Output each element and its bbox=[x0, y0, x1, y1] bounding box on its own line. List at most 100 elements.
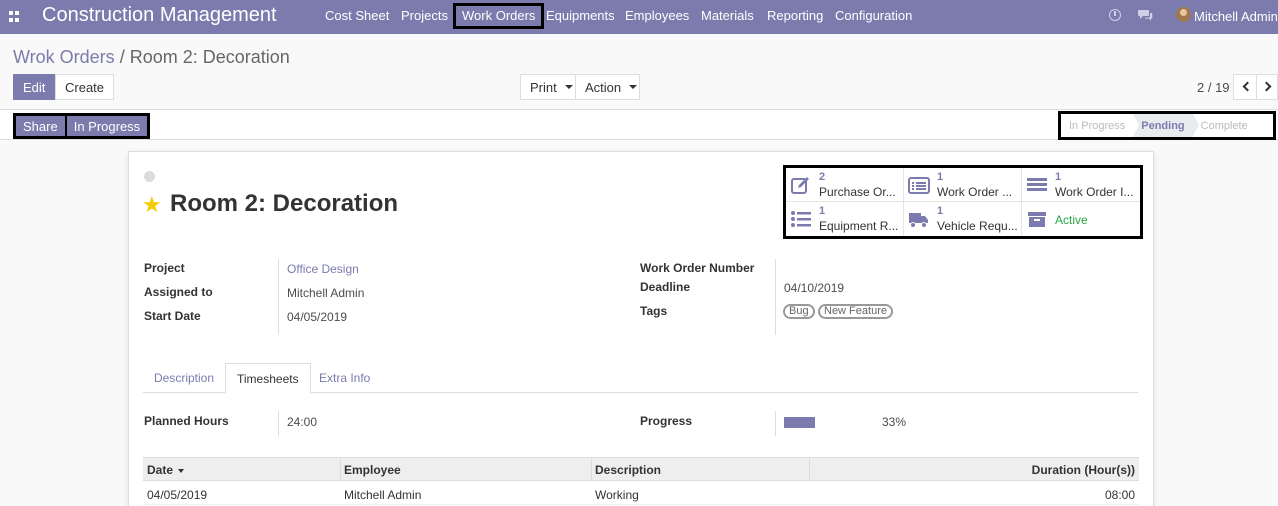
smart-label: Active bbox=[1055, 213, 1088, 227]
apps-menu-icon[interactable] bbox=[9, 11, 20, 22]
menu-item-work-orders[interactable]: Work Orders bbox=[453, 3, 545, 29]
tag-badge[interactable]: New Feature bbox=[818, 304, 893, 319]
form-statusbar: Share In Progress In Progress Pending Co… bbox=[0, 109, 1278, 140]
archive-icon bbox=[1028, 212, 1046, 227]
breadcrumb-parent-link[interactable]: Wrok Orders bbox=[13, 47, 115, 67]
menu-item-employees[interactable]: Employees bbox=[625, 8, 689, 23]
menu-item-reporting[interactable]: Reporting bbox=[767, 8, 823, 23]
progress-label: Progress bbox=[640, 414, 693, 428]
stage-separator bbox=[1133, 114, 1140, 136]
equipment-requests-button[interactable]: 1 Equipment R... bbox=[786, 202, 904, 236]
in-progress-button[interactable]: In Progress bbox=[66, 116, 148, 136]
list-alt-icon bbox=[908, 177, 930, 194]
cell-employee: Mitchell Admin bbox=[344, 488, 422, 502]
tab-extra-info[interactable]: Extra Info bbox=[308, 363, 381, 393]
bars-icon bbox=[1027, 178, 1047, 191]
purchase-orders-button[interactable]: 2 Purchase Or... bbox=[786, 168, 904, 202]
vehicle-requests-button[interactable]: 1 Vehicle Requ... bbox=[904, 202, 1022, 236]
tags-label: Tags bbox=[640, 304, 668, 318]
table-header: Date Employee Description Duration (Hour… bbox=[143, 457, 1139, 481]
field-separator bbox=[775, 411, 776, 436]
kanban-state-dot[interactable] bbox=[144, 171, 155, 182]
column-divider bbox=[809, 458, 810, 481]
project-label: Project bbox=[144, 261, 185, 275]
pager-value[interactable]: 2 / 19 bbox=[1197, 80, 1230, 95]
menu-item-projects[interactable]: Projects bbox=[401, 8, 448, 23]
column-header-description[interactable]: Description bbox=[595, 463, 661, 477]
column-header-duration[interactable]: Duration (Hour(s)) bbox=[1032, 463, 1135, 477]
work-order-number-label: Work Order Number bbox=[640, 261, 755, 275]
deadline-value: 04/10/2019 bbox=[784, 281, 845, 295]
create-button[interactable]: Create bbox=[55, 74, 115, 100]
breadcrumb: Wrok Orders / Room 2: Decoration bbox=[13, 47, 290, 68]
table-row[interactable]: 04/05/2019 Mitchell Admin Working 08:00 bbox=[143, 481, 1139, 505]
work-order-list-button[interactable]: 1 Work Order ... bbox=[904, 168, 1022, 202]
action-dropdown[interactable]: Action bbox=[575, 74, 640, 100]
caret-down-icon bbox=[629, 85, 638, 89]
project-link[interactable]: Office Design bbox=[287, 262, 359, 276]
menu-item-equipments[interactable]: Equipments bbox=[546, 8, 615, 23]
smart-label: Work Order I... bbox=[1055, 185, 1134, 199]
planned-hours-label: Planned Hours bbox=[144, 414, 229, 428]
user-avatar[interactable] bbox=[1176, 7, 1191, 22]
start-date-value: 04/05/2019 bbox=[287, 310, 348, 324]
form-sheet: ★ Room 2: Decoration 2 Purchase Or... 1 … bbox=[128, 151, 1154, 506]
column-header-employee[interactable]: Employee bbox=[344, 463, 401, 477]
pager-previous-button[interactable] bbox=[1233, 74, 1257, 100]
menu-item-materials[interactable]: Materials bbox=[701, 8, 754, 23]
header-button-group: Share In Progress bbox=[13, 113, 151, 139]
sort-down-icon bbox=[178, 468, 185, 473]
stage-separator bbox=[1192, 114, 1199, 136]
stage-pipeline: In Progress Pending Complete bbox=[1058, 111, 1276, 140]
stage-in-progress[interactable]: In Progress bbox=[1061, 114, 1140, 137]
work-order-items-button[interactable]: 1 Work Order I... bbox=[1022, 168, 1140, 202]
column-header-label: Date bbox=[147, 463, 174, 477]
pager-next-button[interactable] bbox=[1256, 74, 1278, 100]
activity-clock-icon[interactable] bbox=[1109, 9, 1121, 21]
breadcrumb-separator: / bbox=[119, 47, 125, 67]
truck-icon bbox=[909, 213, 928, 228]
chevron-right-icon bbox=[1261, 81, 1272, 92]
print-label: Print bbox=[530, 79, 557, 95]
stage-label: In Progress bbox=[1069, 119, 1126, 132]
active-toggle-button[interactable]: Active bbox=[1022, 202, 1140, 236]
tag-badge[interactable]: Bug bbox=[783, 304, 815, 319]
stage-pending[interactable]: Pending bbox=[1133, 114, 1199, 137]
start-date-label: Start Date bbox=[144, 309, 201, 323]
smart-count: 1 bbox=[1055, 171, 1062, 183]
column-header-date[interactable]: Date bbox=[147, 463, 185, 477]
record-title: Room 2: Decoration bbox=[170, 190, 399, 217]
smart-count: 1 bbox=[937, 205, 944, 217]
tab-description[interactable]: Description bbox=[143, 363, 225, 393]
deadline-label: Deadline bbox=[640, 280, 691, 294]
user-menu[interactable]: Mitchell Admin bbox=[1194, 9, 1278, 24]
share-button[interactable]: Share bbox=[16, 116, 65, 136]
breadcrumb-current: Room 2: Decoration bbox=[129, 47, 290, 67]
menu-item-configuration[interactable]: Configuration bbox=[835, 8, 912, 23]
column-divider bbox=[340, 458, 341, 481]
print-dropdown[interactable]: Print bbox=[520, 74, 576, 100]
smart-count: 1 bbox=[937, 171, 944, 183]
smart-count: 2 bbox=[819, 171, 826, 183]
smart-label: Purchase Or... bbox=[819, 185, 896, 199]
star-icon[interactable]: ★ bbox=[142, 192, 162, 218]
app-brand: Construction Management bbox=[42, 4, 277, 26]
cell-description: Working bbox=[595, 488, 639, 502]
caret-down-icon bbox=[564, 85, 573, 89]
edit-button[interactable]: Edit bbox=[13, 74, 56, 100]
smart-count: 1 bbox=[819, 205, 826, 217]
field-separator bbox=[775, 259, 776, 335]
column-divider bbox=[591, 458, 592, 481]
menu-item-cost-sheet[interactable]: Cost Sheet bbox=[325, 8, 389, 23]
cell-date: 04/05/2019 bbox=[147, 488, 208, 502]
smart-label: Work Order ... bbox=[937, 185, 1013, 199]
tab-timesheets[interactable]: Timesheets bbox=[225, 363, 311, 394]
smart-label: Equipment R... bbox=[819, 219, 899, 233]
field-separator bbox=[278, 411, 279, 436]
discuss-chat-icon[interactable] bbox=[1138, 9, 1153, 21]
pencil-square-icon bbox=[791, 177, 809, 194]
planned-hours-value: 24:00 bbox=[287, 415, 318, 429]
stage-complete[interactable]: Complete bbox=[1193, 114, 1256, 137]
notebook-tabs: Description Timesheets Extra Info bbox=[143, 363, 1138, 394]
progress-value: 33% bbox=[882, 415, 907, 429]
